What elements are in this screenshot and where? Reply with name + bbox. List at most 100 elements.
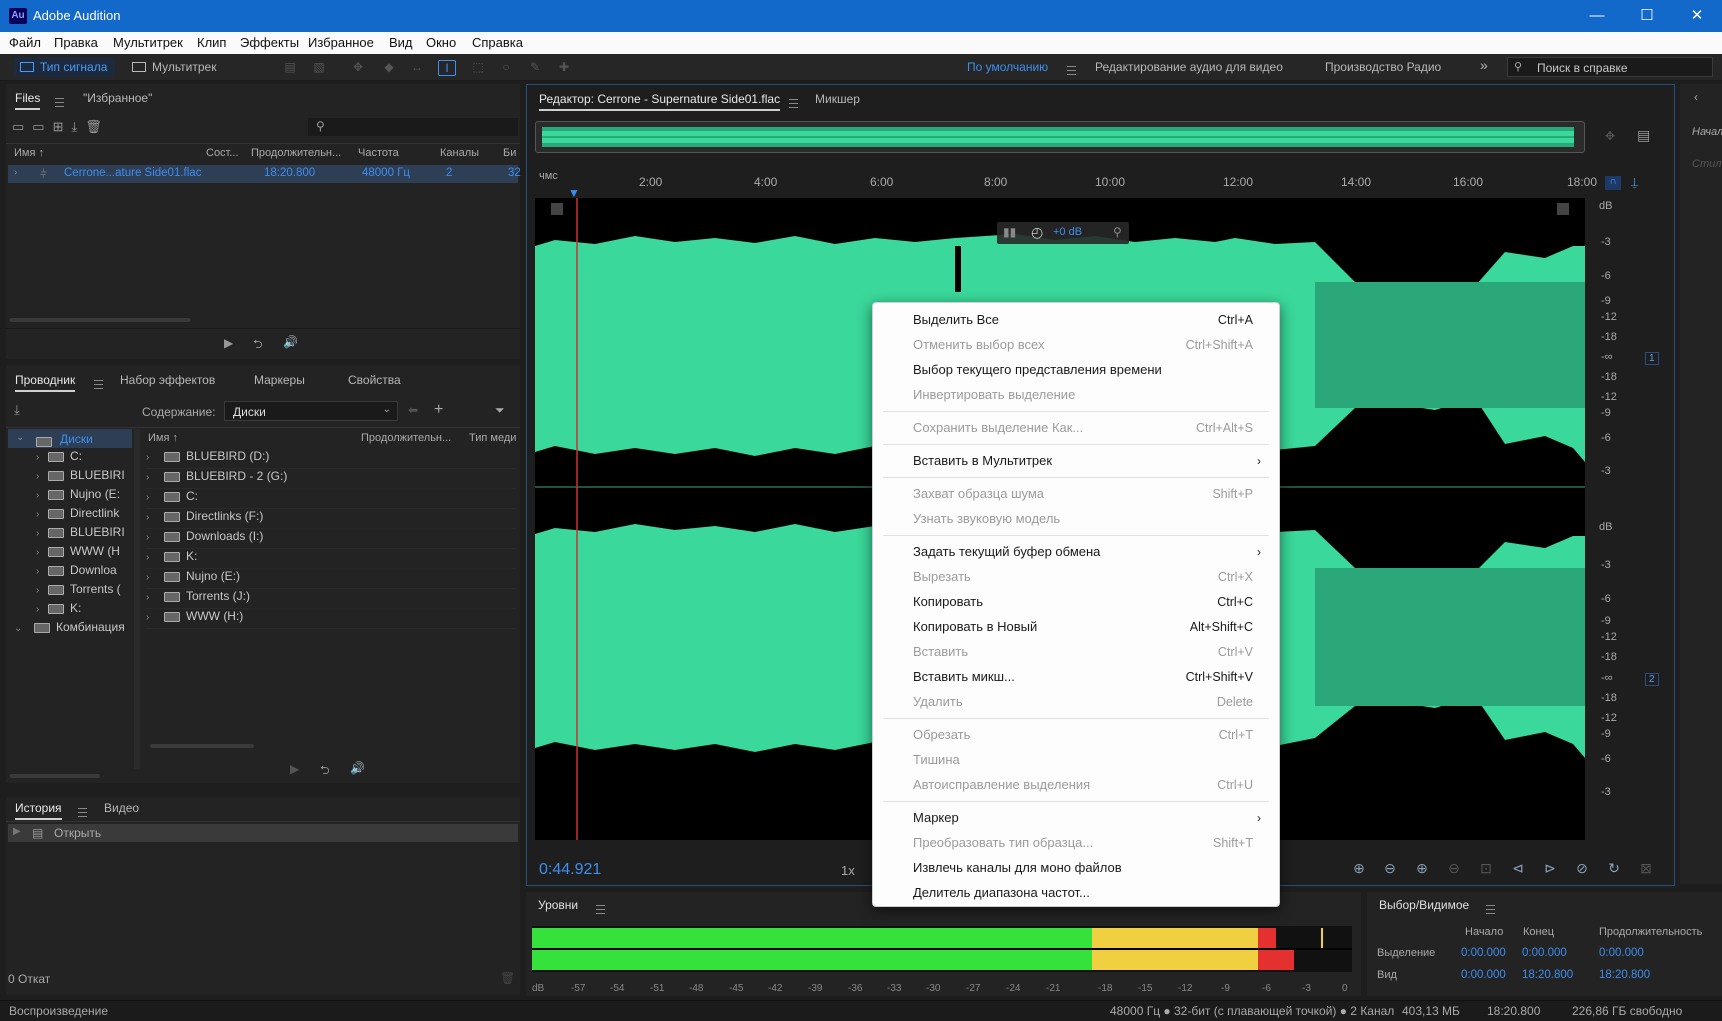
list-item[interactable]: › Nujno (E:) [146, 569, 516, 589]
zoom-in-left-icon[interactable]: ⊲ [1509, 860, 1527, 878]
tab-files[interactable]: Files [15, 91, 41, 110]
selection-start[interactable]: 0:00.000 [1461, 947, 1506, 959]
ctx-extract-channels[interactable]: Извлечь каналы для моно файлов [873, 857, 1279, 879]
list-item[interactable]: › C: [146, 489, 516, 509]
play-icon[interactable]: ▶ [224, 336, 233, 350]
tree-item-bluebird[interactable]: › BLUEBIRI [36, 468, 132, 487]
spectral-display-icon[interactable]: ▤ [282, 60, 298, 74]
horizontal-scrollbar[interactable] [10, 318, 190, 322]
brush-tool-icon[interactable]: ✎ [527, 60, 543, 74]
hud-gain-value[interactable]: +0 dB [1053, 226, 1082, 238]
tree-item-c[interactable]: › C: [36, 449, 132, 468]
multitrack-mode-tab[interactable]: Мультитрек [126, 57, 224, 77]
ctx-select-all[interactable]: Выделить Все Ctrl+A [873, 309, 1279, 331]
open-file-icon[interactable]: ▭ [12, 119, 32, 134]
pin-icon[interactable]: ⍊ [1631, 175, 1638, 190]
files-search-input[interactable]: ⚲ [308, 118, 518, 136]
import-icon[interactable]: ▭ [32, 119, 52, 134]
back-icon[interactable]: ⬅ [408, 403, 418, 417]
table-row[interactable]: › ⫩ Cerrone...ature Side01.flac 18:20.80… [8, 165, 521, 183]
tree-item-www[interactable]: › WWW (H [36, 544, 132, 563]
loop-icon[interactable]: ⮌ [320, 761, 330, 782]
col-bits[interactable]: Би [503, 147, 516, 159]
time-selection-tool-icon[interactable]: I [438, 60, 456, 76]
tab-markers[interactable]: Маркеры [254, 373, 305, 387]
panel-menu-icon[interactable] [789, 99, 798, 109]
menu-effects[interactable]: Эффекты [240, 35, 299, 50]
zoom-selection-icon[interactable]: ⊡ [1477, 860, 1495, 878]
view-start[interactable]: 0:00.000 [1461, 969, 1506, 981]
marquee-tool-icon[interactable]: ⬚ [470, 60, 486, 74]
tab-video[interactable]: Видео [104, 801, 139, 815]
tree-item-nujno[interactable]: › Nujno (E: [36, 487, 132, 506]
vertical-splitter[interactable] [134, 429, 140, 769]
help-search-field[interactable]: ⚲ Поиск в справке [1507, 57, 1713, 77]
tree-item-directlinks[interactable]: › Directlink [36, 506, 132, 525]
panel-menu-icon[interactable] [596, 905, 605, 915]
volume-hud[interactable]: ▮▮ ◴ +0 dB ⚲ [997, 222, 1129, 244]
workspace-video[interactable]: Редактирование аудио для видео [1095, 60, 1283, 74]
insert-icon[interactable]: ⤓ [72, 119, 86, 134]
selection-end[interactable]: 0:00.000 [1522, 947, 1567, 959]
zoom-in-amplitude-icon[interactable]: ⊕ [1350, 860, 1368, 878]
menu-multitrack[interactable]: Мультитрек [113, 35, 183, 50]
zoom-full-icon[interactable]: ⊠ [1637, 860, 1655, 878]
tab-history[interactable]: История [15, 801, 62, 820]
col-rate[interactable]: Частота [358, 147, 399, 159]
playback-speed[interactable]: 1x [841, 863, 855, 878]
overview-options-icon[interactable]: ▤ [1637, 127, 1650, 144]
tree-item-k[interactable]: › K: [36, 601, 132, 620]
col-duration[interactable]: Продолжительн... [251, 147, 341, 159]
new-file-icon[interactable]: ⊞ [53, 119, 72, 134]
list-item[interactable]: › K: [146, 549, 516, 569]
tab-explorer[interactable]: Проводник [15, 373, 76, 392]
expand-icon[interactable]: › [14, 167, 17, 178]
menu-clip[interactable]: Клип [197, 35, 226, 50]
col-duration[interactable]: Продолжительн... [361, 432, 451, 444]
zoom-to-selection-icon[interactable]: ✥ [1605, 129, 1615, 143]
menu-file[interactable]: Файл [9, 35, 41, 50]
help-search-input[interactable]: Поиск в справке [1537, 61, 1628, 75]
col-media-type[interactable]: Тип меди [469, 432, 516, 444]
ctx-insert-into-multitrack[interactable]: Вставить в Мультитрек › [873, 450, 1279, 472]
ctx-select-current-view[interactable]: Выбор текущего представления времени [873, 359, 1279, 381]
list-item[interactable]: › Downloads (I:) [146, 529, 516, 549]
menu-favorites[interactable]: Избранное [308, 35, 374, 50]
tree-item-disks[interactable]: ⌄ Диски [8, 429, 132, 448]
spot-healing-tool-icon[interactable]: ✚ [556, 60, 572, 74]
panel-menu-icon[interactable] [55, 98, 64, 108]
loop-icon[interactable]: ⮌ [253, 335, 263, 356]
autoplay-icon[interactable]: 🔊 [283, 335, 298, 349]
menu-view[interactable]: Вид [389, 35, 413, 50]
overview-navigator[interactable] [535, 121, 1585, 153]
trash-icon[interactable]: 🗑 [500, 971, 515, 985]
channel-2-badge[interactable]: 2 [1645, 673, 1659, 686]
import-icon[interactable]: ⤓ [14, 402, 20, 418]
more-workspaces-button[interactable]: » [1480, 57, 1488, 73]
menu-edit[interactable]: Правка [54, 35, 98, 50]
panel-menu-icon[interactable] [1486, 905, 1495, 915]
minimize-button[interactable]: — [1572, 0, 1622, 32]
tab-favorites[interactable]: "Избранное" [83, 91, 152, 105]
volume-knob-icon[interactable]: ◴ [1031, 224, 1043, 241]
ctx-copy[interactable]: Копировать Ctrl+C [873, 591, 1279, 613]
col-channels[interactable]: Каналы [440, 147, 479, 159]
horizontal-scrollbar[interactable] [10, 774, 100, 778]
tree-item-torrents[interactable]: › Torrents ( [36, 582, 132, 601]
waveform-mode-tab[interactable]: Тип сигнала [14, 57, 116, 77]
menu-help[interactable]: Справка [472, 35, 523, 50]
zoom-in-right-icon[interactable]: ⊳ [1541, 860, 1559, 878]
channel-1-badge[interactable]: 1 [1645, 352, 1659, 365]
history-item[interactable]: ▶ ▤ Открыть [8, 824, 518, 842]
add-icon[interactable]: + [434, 401, 443, 419]
ctx-frequency-band-splitter[interactable]: Делитель диапазона частот... [873, 882, 1279, 904]
selection-duration[interactable]: 0:00.000 [1599, 947, 1644, 959]
tree-item-downloads[interactable]: › Downloa [36, 563, 132, 582]
view-end[interactable]: 18:20.800 [1522, 969, 1573, 981]
tree-item-bluebird-2[interactable]: › BLUEBIRI [36, 525, 132, 544]
snap-icon[interactable]: ∩ [1605, 176, 1621, 190]
ctx-copy-to-new[interactable]: Копировать в Новый Alt+Shift+C [873, 616, 1279, 638]
col-status[interactable]: Сост... [206, 147, 239, 159]
delete-icon[interactable]: 🗑 [85, 119, 110, 134]
playhead-marker-icon[interactable]: ▼ [568, 186, 580, 200]
